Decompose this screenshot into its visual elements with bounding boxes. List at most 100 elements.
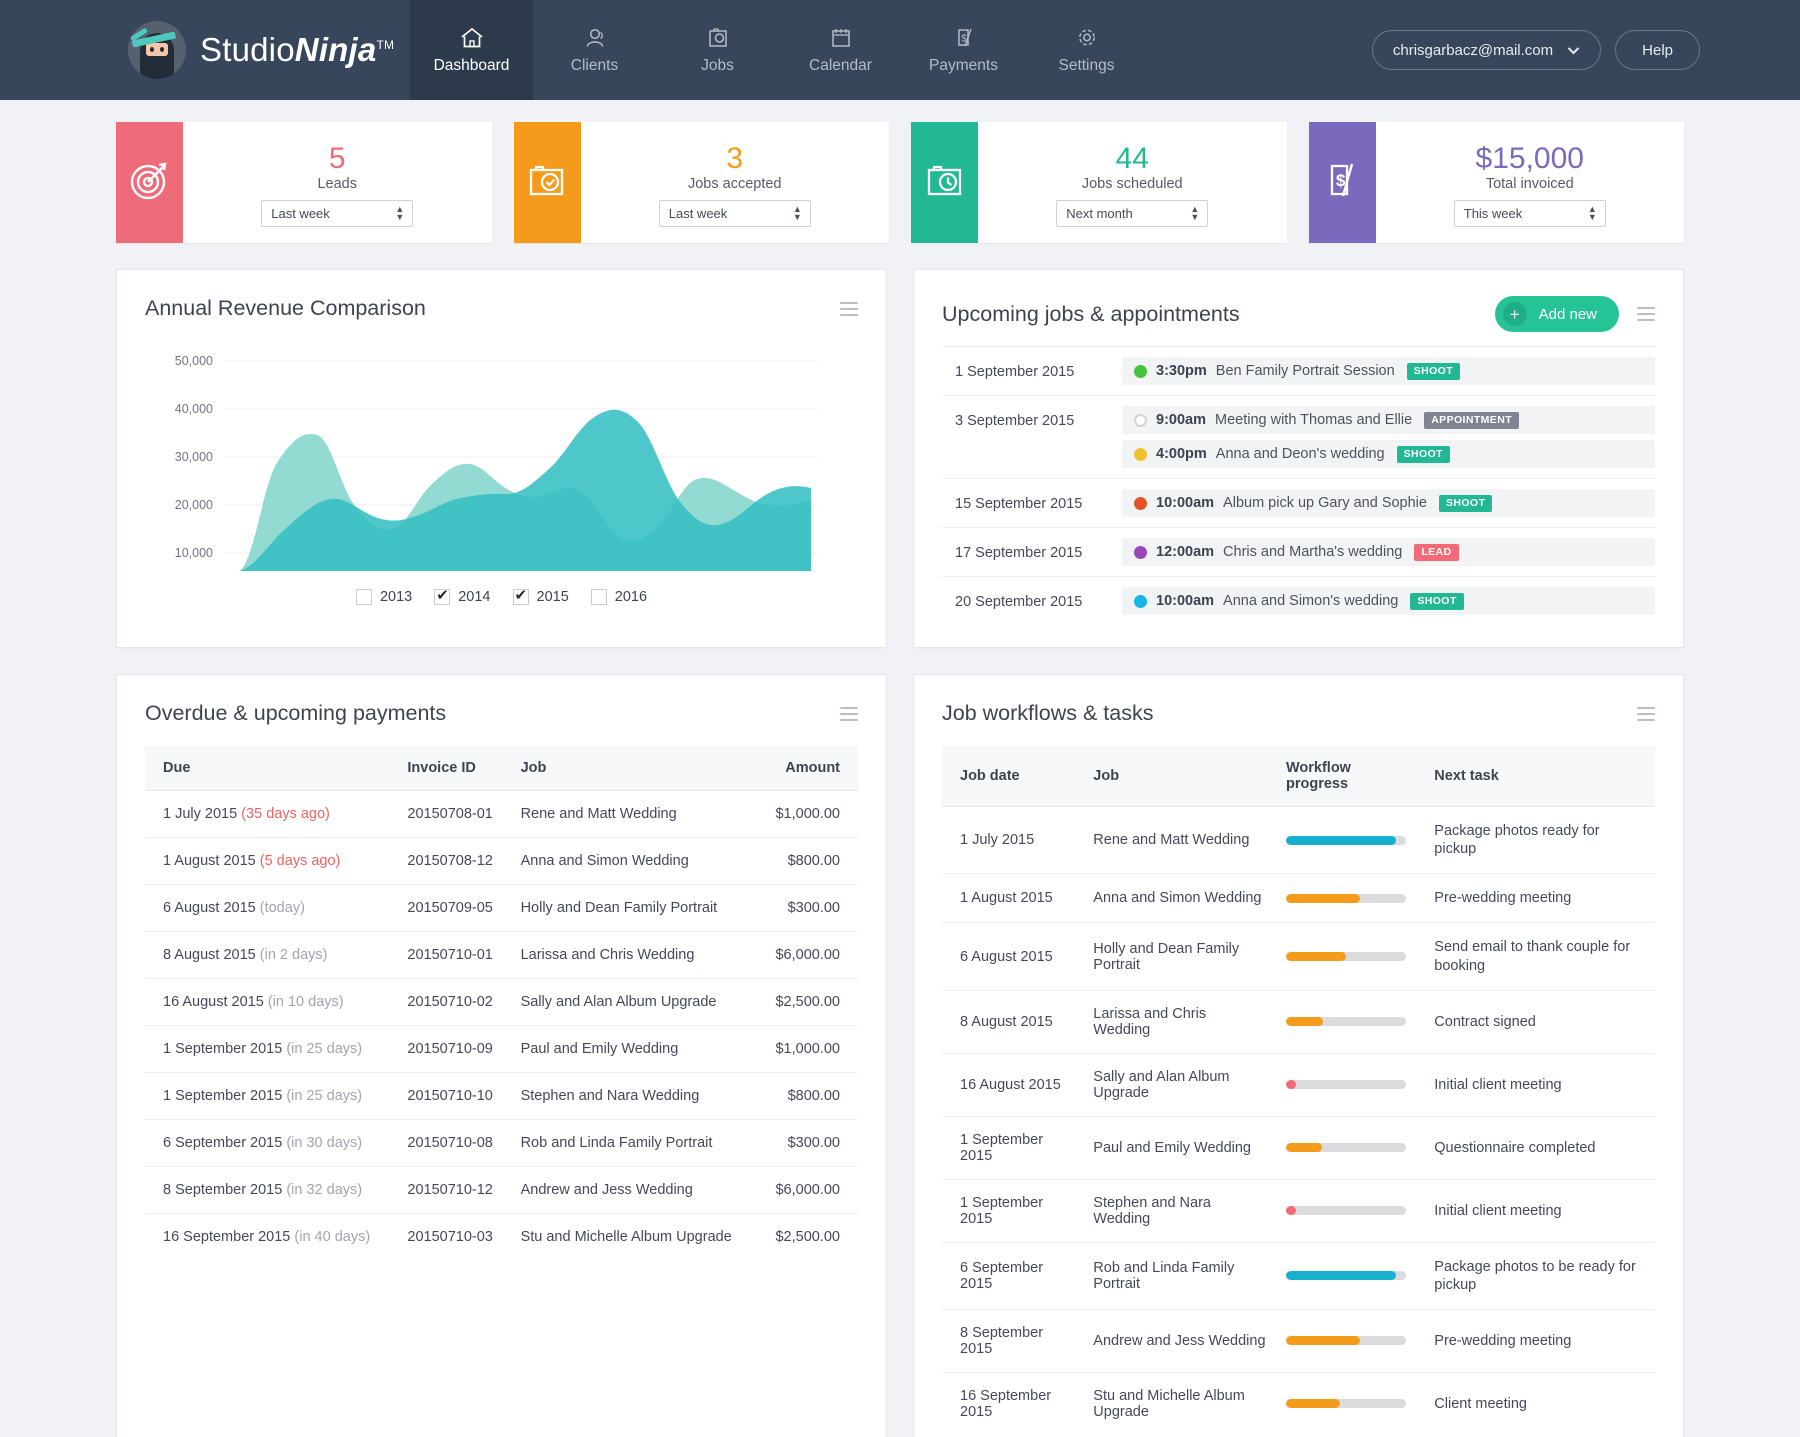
brand-logo[interactable]: StudioNinjaTM (0, 0, 410, 100)
panel-menu-icon[interactable] (840, 301, 858, 316)
table-row[interactable]: 1 July 2015 (35 days ago) 20150708-01 Rene… (145, 790, 858, 838)
progress-bar (1285, 1017, 1406, 1027)
legend-checkbox-2016[interactable] (590, 589, 607, 605)
nav-item-clients[interactable]: Clients (533, 0, 656, 100)
workflows-table: Job date Job Workflow progress Next task… (942, 746, 1655, 1435)
cell-amount: $1,000.00 (758, 790, 858, 838)
cell-amount: $300.00 (758, 884, 858, 932)
col-invoice-id: Invoice ID (397, 746, 511, 791)
kpi-icon-tile (513, 122, 581, 243)
event-item[interactable]: 4:00pm Anna and Deon's wedding SHOOT (1122, 440, 1655, 468)
cell-next-task: Contract signed (1424, 990, 1655, 1054)
table-row[interactable]: 16 August 2015 (in 10 days) 20150710-02 Sa… (145, 978, 858, 1026)
upcoming-events-list: 1 September 2015 3:30pm Ben Family Portr… (914, 332, 1683, 647)
due-date: 6 August 2015 (163, 900, 256, 916)
add-new-button[interactable]: + Add new (1494, 296, 1619, 332)
table-row[interactable]: 6 September 2015 Rob and Linda Family Por… (942, 1242, 1655, 1310)
cell-next-task: Initial client meeting (1424, 1053, 1655, 1117)
event-item[interactable]: 10:00am Anna and Simon's wedding SHOOT (1122, 587, 1655, 615)
progress-bar-fill (1285, 1271, 1397, 1281)
brand-wordmark: StudioNinjaTM (200, 31, 394, 69)
progress-bar (1285, 893, 1406, 903)
nav-item-calendar[interactable]: Calendar (779, 0, 902, 100)
cell-next-task: Send email to thank couple for booking (1424, 922, 1655, 991)
kpi-period-select-jobs-accepted[interactable]: Last week (658, 199, 811, 227)
table-row[interactable]: 16 September 2015 (in 40 days) 20150710-0… (145, 1214, 858, 1261)
cell-job: Stephen and Nara Wedding (1083, 1179, 1276, 1243)
legend-item-2016[interactable]: 2016 (590, 589, 647, 605)
table-row[interactable]: 6 August 2015 (today) 20150709-05 Holly an… (145, 884, 858, 932)
panel-menu-icon[interactable] (1637, 307, 1655, 321)
event-item[interactable]: 9:00am Meeting with Thomas and Ellie APP… (1122, 406, 1655, 434)
legend-checkbox-2015[interactable] (512, 586, 529, 605)
event-time: 9:00am (1156, 412, 1206, 428)
cell-amount: $1,000.00 (758, 1025, 858, 1073)
kpi-icon-tile: $ (1308, 122, 1376, 243)
cell-next-task: Package photos ready for pickup (1424, 806, 1655, 875)
progress-bar-fill (1285, 1399, 1340, 1409)
legend-checkbox-2013[interactable] (355, 589, 372, 605)
kpi-value: $15,000 (1475, 141, 1584, 175)
cell-progress (1275, 1242, 1425, 1310)
table-row[interactable]: 1 September 2015 Stephen and Nara Wedding… (942, 1179, 1655, 1243)
table-row[interactable]: 1 August 2015 (5 days ago) 20150708-12 Ann… (145, 837, 858, 885)
table-row[interactable]: 8 September 2015 Andrew and Jess Wedding P… (942, 1309, 1655, 1373)
event-item[interactable]: 12:00am Chris and Martha's wedding LEAD (1122, 538, 1655, 566)
nav-item-settings[interactable]: Settings (1025, 0, 1148, 100)
plus-icon: + (1502, 302, 1527, 326)
table-row[interactable]: 1 September 2015 (in 25 days) 20150710-09… (145, 1025, 858, 1073)
col-job-date: Job date (942, 746, 1084, 807)
event-text: Anna and Simon's wedding (1223, 593, 1399, 609)
cell-due: 8 August 2015 (in 2 days) (145, 931, 398, 979)
legend-checkbox-2014[interactable] (434, 586, 451, 605)
kpi-body: 44 Jobs scheduled Next month ▲ ▼ (978, 122, 1287, 243)
nav-item-dashboard[interactable]: Dashboard (410, 0, 533, 100)
ytick-label: 40,000 (175, 402, 213, 416)
cell-job: Andrew and Jess Wedding (1083, 1309, 1276, 1373)
panel-actions (1637, 706, 1655, 721)
table-row[interactable]: 1 August 2015 Anna and Simon Wedding Pre-w… (942, 873, 1655, 924)
help-button[interactable]: Help (1615, 30, 1700, 70)
panel-menu-icon[interactable] (1637, 706, 1655, 721)
nav-item-jobs[interactable]: Jobs (656, 0, 779, 100)
cell-job: Stephen and Nara Wedding (510, 1072, 759, 1120)
table-header-row: Due Invoice ID Job Amount (145, 746, 858, 791)
col-amount: Amount (758, 746, 858, 791)
calendar-icon (828, 26, 854, 50)
ninja-avatar-icon (128, 21, 186, 79)
user-account-dropdown[interactable]: chrisgarbacz@mail.com (1371, 30, 1602, 70)
panel-annual-revenue: Annual Revenue Comparison 50,000 40,000 … (116, 269, 887, 648)
table-row[interactable]: 8 September 2015 (in 32 days) 20150710-12… (145, 1166, 858, 1214)
nav-item-payments[interactable]: $ Payments (902, 0, 1025, 100)
table-row[interactable]: 6 August 2015 Holly and Dean Family Portr… (942, 922, 1655, 991)
panel-overdue-payments: Overdue & upcoming payments Due Invoice … (116, 674, 887, 1437)
panel-actions: + Add new (1494, 296, 1655, 332)
table-row[interactable]: 1 July 2015 Rene and Matt Wedding Package … (942, 806, 1655, 875)
kpi-period-select-leads[interactable]: Last week (261, 199, 414, 227)
kpi-period-select-total-invoiced[interactable]: This week (1453, 199, 1606, 227)
kpi-label: Leads (317, 175, 357, 192)
panel-title: Job workflows & tasks (942, 701, 1154, 725)
panel-header: Overdue & upcoming payments (117, 675, 886, 726)
cell-progress (1275, 873, 1425, 924)
legend-item-2015[interactable]: 2015 (512, 586, 569, 605)
table-row[interactable]: 1 September 2015 (in 25 days) 20150710-10… (145, 1072, 858, 1120)
kpi-label: Jobs scheduled (1081, 175, 1183, 192)
cell-job-date: 6 September 2015 (942, 1242, 1084, 1310)
table-row[interactable]: 1 September 2015 Paul and Emily Wedding Qu… (942, 1116, 1655, 1180)
table-row[interactable]: 6 September 2015 (in 30 days) 20150710-08… (145, 1119, 858, 1167)
due-relative: (in 2 days) (259, 947, 328, 963)
panel-menu-icon[interactable] (840, 706, 858, 721)
cell-progress (1275, 1179, 1425, 1243)
table-row[interactable]: 8 August 2015 (in 2 days) 20150710-01 Lari… (145, 931, 858, 979)
event-time: 3:30pm (1156, 363, 1207, 379)
kpi-period-select-jobs-scheduled[interactable]: Next month (1056, 199, 1209, 227)
legend-item-2013[interactable]: 2013 (355, 589, 412, 605)
event-item[interactable]: 3:30pm Ben Family Portrait Session SHOOT (1122, 357, 1655, 385)
event-item[interactable]: 10:00am Album pick up Gary and Sophie SH… (1122, 489, 1655, 517)
table-row[interactable]: 8 August 2015 Larissa and Chris Wedding Co… (942, 990, 1655, 1054)
table-row[interactable]: 16 September 2015 Stu and Michelle Album … (942, 1372, 1655, 1435)
cell-invoice-id: 20150710-02 (397, 978, 511, 1026)
legend-item-2014[interactable]: 2014 (434, 586, 491, 605)
table-row[interactable]: 16 August 2015 Sally and Alan Album Upgra… (942, 1053, 1655, 1117)
